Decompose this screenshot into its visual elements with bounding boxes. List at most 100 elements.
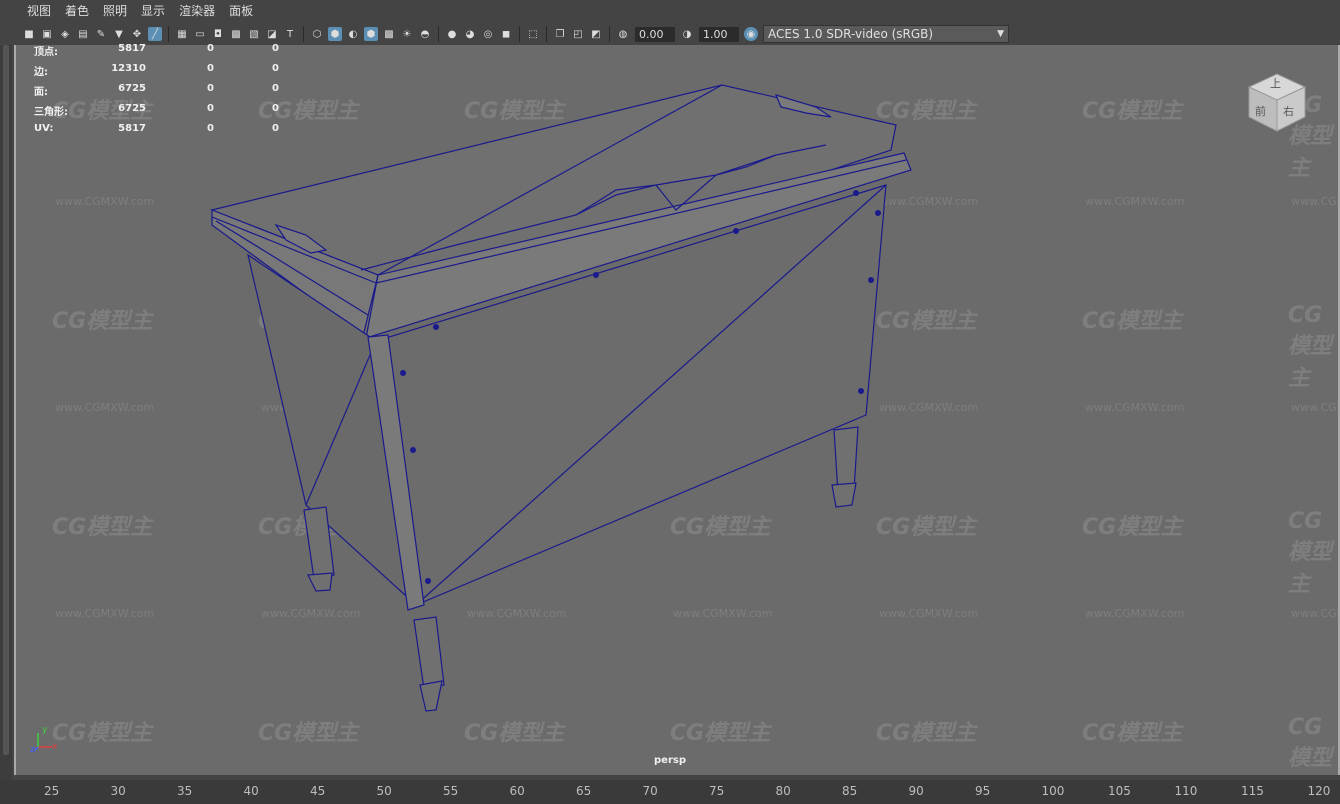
screen-space-ao-icon[interactable]: ●: [445, 27, 459, 41]
wireframe-on-shaded-icon[interactable]: ⬢: [364, 27, 378, 41]
separator: [168, 26, 169, 42]
separator: [546, 26, 547, 42]
hud-label: 三角形:: [34, 107, 68, 118]
menu-renderer[interactable]: 渲染器: [172, 0, 222, 23]
timeline-tick-label: 115: [1241, 784, 1264, 798]
grid-icon[interactable]: ▦: [175, 27, 189, 41]
separator: [609, 26, 610, 42]
menu-show[interactable]: 显示: [134, 0, 172, 23]
exposure-icon[interactable]: ◍: [616, 27, 630, 41]
poly-count-hud: 顶点: 5817 0 0 边: 12310 0 0 面: 6725 0 0 三角…: [34, 43, 294, 143]
timeline-tick-label: 100: [1041, 784, 1065, 798]
wireframe-icon[interactable]: ⬡: [310, 27, 324, 41]
timeline-tick-label: 45: [310, 784, 326, 798]
hud-value: 5817: [118, 43, 146, 54]
xray-icon[interactable]: ❐: [553, 27, 567, 41]
timeline-tick-label: 110: [1174, 784, 1198, 798]
hud-label: 边:: [34, 67, 48, 78]
safe-action-icon[interactable]: ◪: [265, 27, 279, 41]
backface-culling-icon[interactable]: ◩: [589, 27, 603, 41]
hud-value: 0: [207, 103, 214, 114]
grease-pencil-icon[interactable]: ✎: [94, 27, 108, 41]
hud-value: 0: [207, 63, 214, 74]
two-d-pan-icon[interactable]: ✥: [130, 27, 144, 41]
smooth-shade-icon[interactable]: ⬢: [328, 27, 342, 41]
timeline-tick-label: 120: [1307, 784, 1331, 798]
default-material-icon[interactable]: ◐: [346, 27, 360, 41]
hud-value: 0: [207, 83, 214, 94]
time-slider[interactable]: 25 30 35 40 45 50 55 60 65 70 75 80 85 90 95 100 105 110 1…: [0, 780, 1340, 804]
resolution-gate-icon[interactable]: ◘: [211, 27, 225, 41]
timeline-tick-label: 75: [709, 784, 725, 798]
shadows-icon[interactable]: ◓: [418, 27, 432, 41]
hud-value: 6725: [118, 83, 146, 94]
xray-joints-icon[interactable]: ◰: [571, 27, 585, 41]
view-cube-right-label[interactable]: 右: [1283, 103, 1294, 119]
film-gate-icon[interactable]: ▭: [193, 27, 207, 41]
timeline-tick-label: 85: [842, 784, 858, 798]
persp-viewport[interactable]: CG模型主CG模型主CG模型主CG模型主CG模型主CG模型主CG模型主CG模型主…: [14, 45, 1340, 775]
field-chart-icon[interactable]: ▧: [247, 27, 261, 41]
image-plane-icon[interactable]: ▤: [76, 27, 90, 41]
motion-blur-icon[interactable]: ◕: [463, 27, 477, 41]
camera-attributes-icon[interactable]: ▣: [40, 27, 54, 41]
camera-icon[interactable]: ■: [22, 27, 36, 41]
color-space-value: ACES 1.0 SDR-video (sRGB): [768, 27, 934, 41]
hud-row-faces: 面: 6725 0 0: [34, 83, 294, 103]
anti-aliasing-icon[interactable]: ◎: [481, 27, 495, 41]
menu-lighting[interactable]: 照明: [96, 0, 134, 23]
timeline-tick-label: 25: [44, 784, 60, 798]
gamma-field[interactable]: 1.00: [699, 26, 739, 42]
safe-title-icon[interactable]: T: [283, 27, 297, 41]
view-cube-top-label[interactable]: 上: [1270, 75, 1281, 91]
axis-y-label: y: [42, 725, 48, 735]
menu-panels[interactable]: 面板: [222, 0, 260, 23]
hud-value: 0: [272, 103, 279, 114]
hud-row-triangles: 三角形: 6725 0 0: [34, 103, 294, 123]
hud-value: 0: [207, 123, 214, 134]
hud-row-vertices: 顶点: 5817 0 0: [34, 43, 294, 63]
separator: [438, 26, 439, 42]
gamma-icon[interactable]: ◑: [680, 27, 694, 41]
exposure-field[interactable]: 0.00: [635, 26, 675, 42]
isolate-select-icon[interactable]: ⬚: [526, 27, 540, 41]
depth-of-field-icon[interactable]: ◼: [499, 27, 513, 41]
axis-x-label: x: [52, 742, 58, 752]
timeline-tick-label: 50: [376, 784, 392, 798]
hud-label: 顶点:: [34, 47, 58, 58]
hud-label: 面:: [34, 87, 48, 98]
timeline-tick-label: 70: [642, 784, 658, 798]
hud-value: 5817: [118, 123, 146, 134]
bookmark-icon[interactable]: ◈: [58, 27, 72, 41]
gate-mask-icon[interactable]: ▩: [229, 27, 243, 41]
separator: [303, 26, 304, 42]
hud-value: 0: [272, 63, 279, 74]
menu-bar: 视图 着色 照明 显示 渲染器 面板: [0, 0, 1340, 23]
timeline-tick-label: 60: [509, 784, 525, 798]
grease-pencil-toggle-icon[interactable]: ╱: [148, 27, 162, 41]
camera-name-label: persp: [654, 755, 686, 766]
separator: [519, 26, 520, 42]
color-management-icon[interactable]: ◉: [744, 27, 758, 41]
scrollbar-handle[interactable]: [3, 45, 9, 755]
menu-view[interactable]: 视图: [20, 0, 58, 23]
left-scroll-strip[interactable]: [0, 45, 12, 780]
menu-shading[interactable]: 着色: [58, 0, 96, 23]
cabinet-model[interactable]: [16, 45, 1338, 775]
hud-value: 12310: [111, 63, 146, 74]
hud-label: UV:: [34, 123, 54, 134]
timeline-tick-label: 105: [1108, 784, 1131, 798]
view-cube-front-label[interactable]: 前: [1255, 103, 1266, 119]
color-space-dropdown[interactable]: ACES 1.0 SDR-video (sRGB) ▼: [763, 25, 1009, 43]
hud-value: 0: [207, 43, 214, 54]
pin-icon[interactable]: ▼: [112, 27, 126, 41]
timeline-tick-label: 30: [110, 784, 126, 798]
timeline-tick-label: 40: [243, 784, 259, 798]
hud-row-uvs: UV: 5817 0 0: [34, 123, 294, 143]
axis-z-label: z: [30, 745, 35, 755]
timeline-tick-label: 80: [775, 784, 791, 798]
textured-icon[interactable]: ▩: [382, 27, 396, 41]
timeline-tick-label: 35: [177, 784, 193, 798]
hud-value: 0: [272, 123, 279, 134]
lights-icon[interactable]: ☀: [400, 27, 414, 41]
